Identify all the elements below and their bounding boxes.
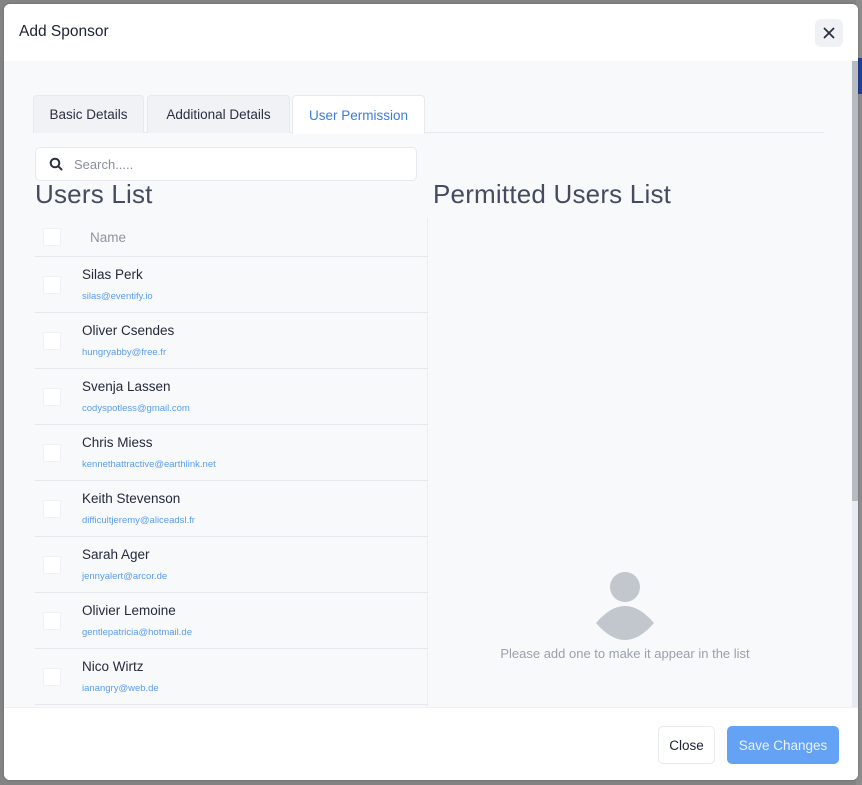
- user-row[interactable]: Olivier Lemoine gentlepatricia@hotmail.d…: [35, 593, 428, 649]
- search-icon: [49, 157, 63, 171]
- user-name: Nico Wirtz: [82, 659, 144, 674]
- users-list-title: Users List: [35, 179, 153, 209]
- user-email: kennethattractive@earthlink.net: [82, 459, 216, 470]
- user-row[interactable]: Oliver Csendes hungryabby@free.fr: [35, 313, 428, 369]
- modal-footer: Close Save Changes: [4, 707, 858, 780]
- user-email: silas@eventify.io: [82, 291, 153, 302]
- modal-body: Basic Details Additional Details User Pe…: [4, 61, 852, 707]
- user-checkbox[interactable]: [43, 276, 61, 294]
- permitted-users-panel: Please add one to make it appear in the …: [429, 181, 829, 707]
- user-row[interactable]: Chris Miess kennethattractive@earthlink.…: [35, 425, 428, 481]
- save-changes-button[interactable]: Save Changes: [727, 726, 839, 764]
- user-checkbox[interactable]: [43, 556, 61, 574]
- user-email: ianangry@web.de: [82, 683, 159, 694]
- user-checkbox[interactable]: [43, 388, 61, 406]
- user-email: codyspotless@gmail.com: [82, 403, 190, 414]
- user-name: Svenja Lassen: [82, 379, 171, 394]
- search-input[interactable]: [74, 148, 404, 180]
- user-checkbox[interactable]: [43, 444, 61, 462]
- close-icon: [823, 27, 835, 39]
- search-field[interactable]: [35, 147, 417, 181]
- user-checkbox[interactable]: [43, 612, 61, 630]
- select-all-checkbox[interactable]: [43, 228, 61, 246]
- user-name: Chris Miess: [82, 435, 153, 450]
- user-row[interactable]: Silas Perk silas@eventify.io: [35, 257, 428, 313]
- user-email: difficultjeremy@aliceadsl.fr: [82, 515, 195, 526]
- tab-basic-details[interactable]: Basic Details: [33, 95, 144, 133]
- user-row[interactable]: Keith Stevenson difficultjeremy@aliceads…: [35, 481, 428, 537]
- users-list-header: Name: [35, 218, 428, 257]
- empty-state-message: Please add one to make it appear in the …: [500, 646, 750, 661]
- user-name: Sarah Ager: [82, 547, 150, 562]
- close-button[interactable]: Close: [658, 726, 715, 764]
- user-name: Keith Stevenson: [82, 491, 181, 506]
- scrollbar-thumb[interactable]: [852, 61, 858, 501]
- modal-scrollbar[interactable]: [852, 61, 858, 707]
- tab-bar: Basic Details Additional Details User Pe…: [33, 95, 824, 134]
- add-sponsor-modal: Add Sponsor Basic Details Additional Det…: [4, 4, 858, 780]
- user-email: jennyalert@arcor.de: [82, 571, 168, 582]
- user-email: hungryabby@free.fr: [82, 347, 167, 358]
- user-row[interactable]: Nico Wirtz ianangry@web.de: [35, 649, 428, 705]
- user-name: Silas Perk: [82, 267, 143, 282]
- user-row[interactable]: Svenja Lassen codyspotless@gmail.com: [35, 369, 428, 425]
- user-name: Olivier Lemoine: [82, 603, 176, 618]
- users-list-table: Name Silas Perk silas@eventify.io Oliver…: [35, 218, 428, 707]
- user-placeholder-icon: [596, 572, 654, 640]
- modal-header: Add Sponsor: [4, 4, 858, 61]
- user-checkbox[interactable]: [43, 332, 61, 350]
- user-checkbox[interactable]: [43, 668, 61, 686]
- user-row[interactable]: Sarah Ager jennyalert@arcor.de: [35, 537, 428, 593]
- modal-title: Add Sponsor: [19, 23, 109, 40]
- tab-additional-details[interactable]: Additional Details: [147, 95, 290, 133]
- column-header-name: Name: [90, 230, 127, 245]
- user-name: Oliver Csendes: [82, 323, 175, 338]
- tab-user-permission[interactable]: User Permission: [292, 95, 425, 134]
- user-email: gentlepatricia@hotmail.de: [82, 627, 192, 638]
- user-checkbox[interactable]: [43, 500, 61, 518]
- modal-close-button[interactable]: [815, 19, 843, 47]
